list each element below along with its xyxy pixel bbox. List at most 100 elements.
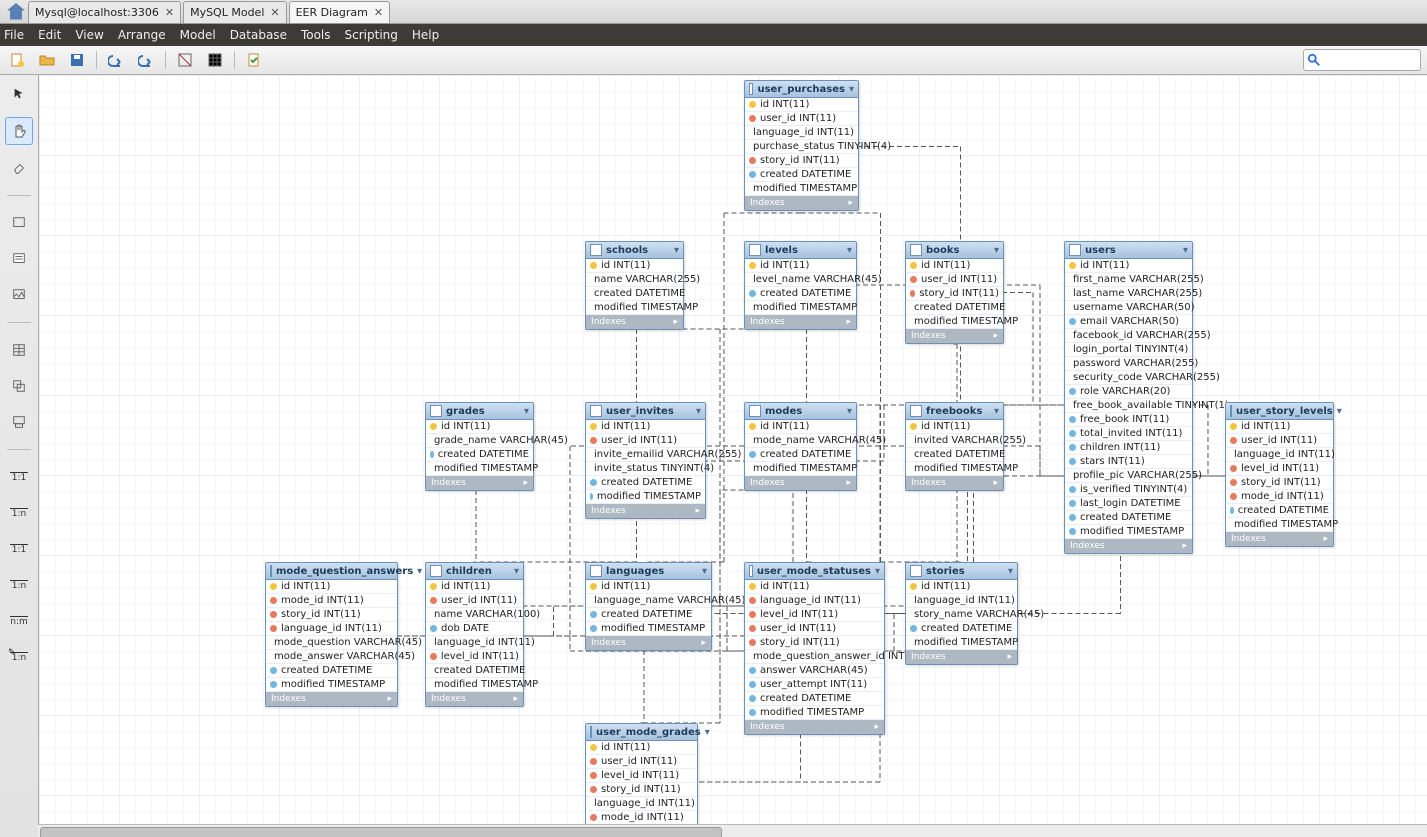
diagram-canvas[interactable]: user_purchases▾id INT(11)user_id INT(11)… [39,75,1427,837]
collapse-icon[interactable]: ▾ [1183,245,1188,256]
table-header[interactable]: languages▾ [586,563,711,580]
column-row[interactable]: email VARCHAR(50) [1065,315,1192,329]
column-row[interactable]: story_id INT(11) [586,783,697,797]
app-tab[interactable]: MySQL Model✕ [183,1,287,23]
relationship-tool[interactable]: 1:1 [6,536,32,562]
expand-icon[interactable]: ▸ [701,638,706,648]
column-row[interactable]: profile_pic VARCHAR(255) [1065,469,1192,483]
column-row[interactable]: mode_id INT(11) [1226,490,1333,504]
column-row[interactable]: name VARCHAR(100) [426,608,523,622]
table-header[interactable]: users▾ [1065,242,1192,259]
routine-tool[interactable] [6,409,32,435]
column-row[interactable]: story_id INT(11) [266,608,397,622]
table-header[interactable]: mode_question_answers▾ [266,563,397,580]
grid-button[interactable] [204,49,226,71]
column-row[interactable]: story_id INT(11) [745,154,858,168]
expand-icon[interactable]: ▸ [673,317,678,327]
column-row[interactable]: mode_id INT(11) [586,811,697,825]
expand-icon[interactable]: ▸ [695,506,700,516]
column-row[interactable]: id INT(11) [906,259,1003,273]
column-row[interactable]: level_id INT(11) [1226,462,1333,476]
app-tab[interactable]: Mysql@localhost:3306✕ [28,1,181,23]
collapse-icon[interactable]: ▾ [1337,406,1342,417]
column-row[interactable]: free_book_available TINYINT(1) [1065,399,1192,413]
indexes-section[interactable]: Indexes▸ [745,720,884,734]
column-row[interactable]: user_id INT(11) [426,594,523,608]
column-row[interactable]: id INT(11) [586,580,711,594]
table-header[interactable]: books▾ [906,242,1003,259]
entity-table[interactable]: user_invites▾id INT(11)user_id INT(11)in… [585,402,706,519]
save-button[interactable] [66,49,88,71]
menu-item[interactable]: Edit [38,28,61,42]
collapse-icon[interactable]: ▾ [674,245,679,256]
column-row[interactable]: language_id INT(11) [745,594,884,608]
column-row[interactable]: user_id INT(11) [586,755,697,769]
column-row[interactable]: created DATETIME [906,301,1003,315]
column-row[interactable]: language_id INT(11) [906,594,1017,608]
column-row[interactable]: modified TIMESTAMP [1065,525,1192,539]
collapse-icon[interactable]: ▾ [847,245,852,256]
indexes-section[interactable]: Indexes▸ [745,315,856,329]
hand-tool[interactable] [5,117,33,145]
column-row[interactable]: invited VARCHAR(255) [906,434,1003,448]
relationship-tool[interactable]: 1:n [6,572,32,598]
indexes-section[interactable]: Indexes▸ [745,476,856,490]
indexes-section[interactable]: Indexes▸ [586,315,683,329]
collapse-icon[interactable]: ▾ [705,727,710,738]
entity-table[interactable]: user_mode_grades▾id INT(11)user_id INT(1… [585,723,698,837]
entity-table[interactable]: children▾id INT(11)user_id INT(11)name V… [425,562,524,707]
collapse-icon[interactable]: ▾ [847,406,852,417]
menu-item[interactable]: Database [230,28,287,42]
column-row[interactable]: level_name VARCHAR(45) [745,273,856,287]
column-row[interactable]: created DATETIME [426,448,533,462]
expand-icon[interactable]: ▸ [993,331,998,341]
menu-item[interactable]: Arrange [118,28,166,42]
column-row[interactable]: total_invited INT(11) [1065,427,1192,441]
column-row[interactable]: created DATETIME [745,287,856,301]
column-row[interactable]: created DATETIME [586,476,705,490]
column-row[interactable]: role VARCHAR(20) [1065,385,1192,399]
collapse-icon[interactable]: ▾ [514,566,519,577]
table-header[interactable]: children▾ [426,563,523,580]
collapse-icon[interactable]: ▾ [417,566,422,577]
column-row[interactable]: id INT(11) [745,98,858,112]
indexes-section[interactable]: Indexes▸ [1065,539,1192,553]
column-row[interactable]: username VARCHAR(50) [1065,301,1192,315]
column-row[interactable]: id INT(11) [1226,420,1333,434]
column-row[interactable]: invite_emailid VARCHAR(255) [586,448,705,462]
column-row[interactable]: modified TIMESTAMP [745,182,858,196]
horizontal-scrollbar[interactable] [38,824,1427,837]
menu-item[interactable]: Scripting [345,28,398,42]
expand-icon[interactable]: ▸ [1323,534,1328,544]
column-row[interactable]: created DATETIME [1065,511,1192,525]
expand-icon[interactable]: ▸ [1182,541,1187,551]
indexes-section[interactable]: Indexes▸ [266,692,397,706]
column-row[interactable]: modified TIMESTAMP [745,301,856,315]
expand-icon[interactable]: ▸ [387,694,392,704]
column-row[interactable]: last_name VARCHAR(255) [1065,287,1192,301]
column-row[interactable]: level_id INT(11) [586,769,697,783]
close-icon[interactable]: ✕ [374,6,383,19]
column-row[interactable]: user_id INT(11) [1226,434,1333,448]
expand-icon[interactable]: ▸ [523,478,528,488]
indexes-section[interactable]: Indexes▸ [426,692,523,706]
column-row[interactable]: language_id INT(11) [266,622,397,636]
column-row[interactable]: story_name VARCHAR(45) [906,608,1017,622]
collapse-icon[interactable]: ▾ [696,406,701,417]
table-header[interactable]: user_mode_statuses▾ [745,563,884,580]
table-header[interactable]: levels▾ [745,242,856,259]
column-row[interactable]: modified TIMESTAMP [1226,518,1333,532]
expand-icon[interactable]: ▸ [874,722,879,732]
column-row[interactable]: dob DATE [426,622,523,636]
column-row[interactable]: modified TIMESTAMP [745,706,884,720]
undo-button[interactable] [105,49,127,71]
entity-table[interactable]: grades▾id INT(11)grade_name VARCHAR(45)c… [425,402,534,491]
image-tool[interactable] [6,282,32,308]
relationship-tool[interactable]: 1:n [6,500,32,526]
pointer-tool[interactable] [6,81,32,107]
new-file-button[interactable] [6,49,28,71]
column-row[interactable]: mode_question_answer_id INT(11) [745,650,884,664]
column-row[interactable]: language_id INT(11) [1226,448,1333,462]
column-row[interactable]: grade_name VARCHAR(45) [426,434,533,448]
indexes-section[interactable]: Indexes▸ [426,476,533,490]
